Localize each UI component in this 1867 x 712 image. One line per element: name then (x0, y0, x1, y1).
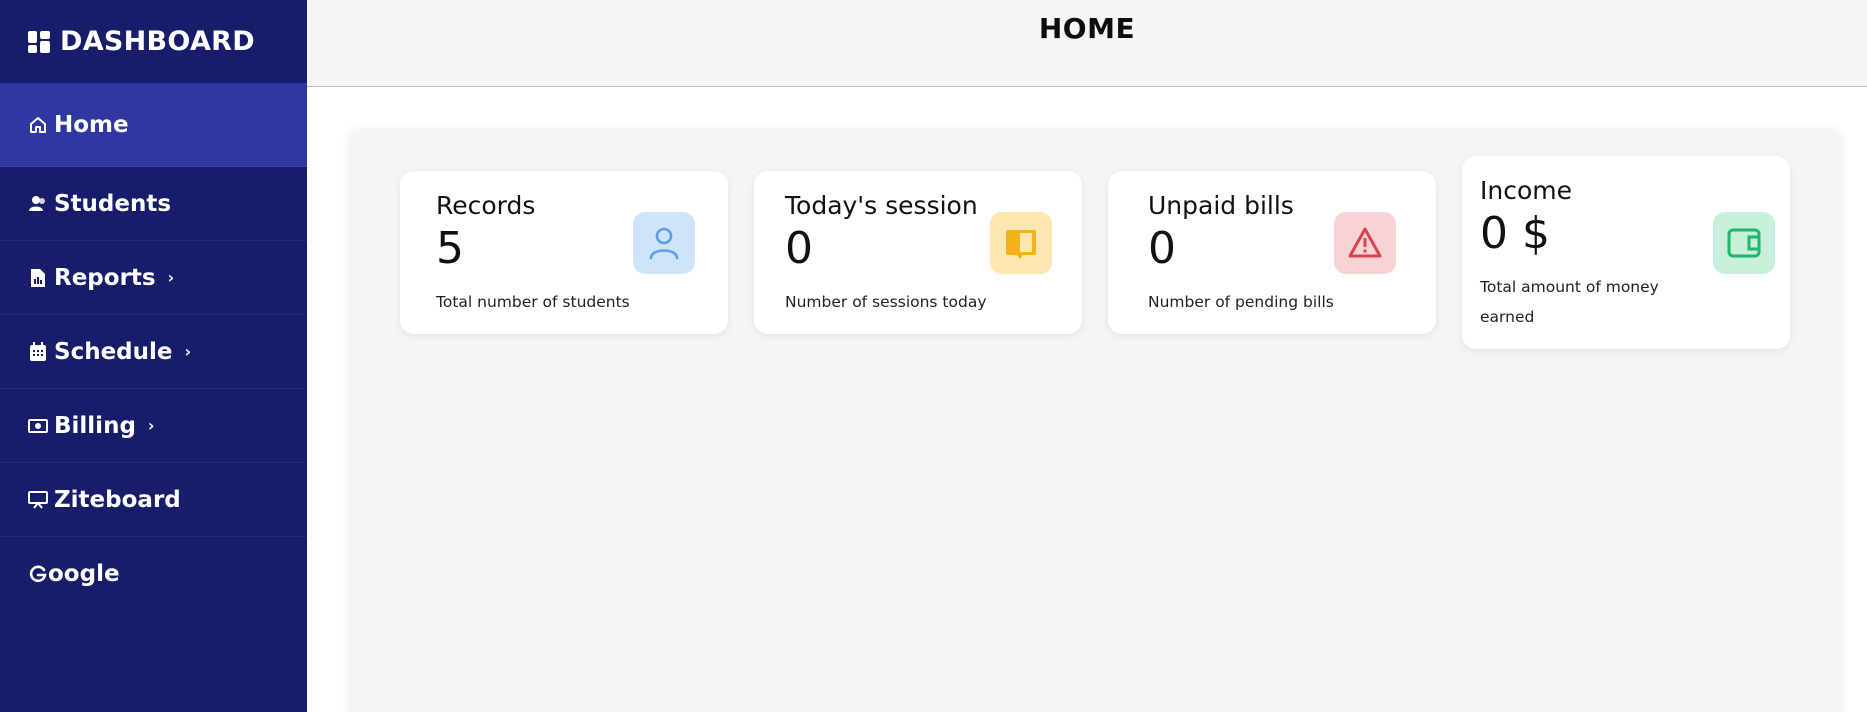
records-card[interactable]: Records 5 Total number of students (400, 171, 728, 334)
sidebar-item-label: Home (54, 111, 129, 138)
sidebar-item-billing[interactable]: Billing › (0, 389, 307, 463)
book-icon (1006, 230, 1036, 259)
dashboard-grid-icon (28, 30, 50, 53)
sidebar-item-schedule[interactable]: Schedule › (0, 315, 307, 389)
sidebar-item-label: Schedule (54, 338, 173, 365)
users-icon (28, 194, 48, 214)
card-title: Income (1480, 176, 1572, 205)
card-title: Unpaid bills (1148, 191, 1294, 220)
sidebar-item-label: oogle (48, 561, 120, 587)
sidebar-item-google[interactable]: oogle (0, 537, 307, 611)
brand-title: DASHBOARD (60, 26, 255, 57)
sidebar-item-label: Billing (54, 412, 136, 439)
card-value: 5 (436, 223, 464, 274)
sidebar-item-students[interactable]: Students (0, 167, 307, 241)
chevron-right-icon: › (147, 416, 155, 435)
sidebar-item-label: Students (54, 190, 172, 217)
user-icon (649, 227, 679, 260)
card-value: 0 (1148, 223, 1176, 274)
income-card[interactable]: Income 0 $ Total amount of money earned (1462, 156, 1790, 349)
calendar-icon (28, 341, 48, 362)
brand[interactable]: DASHBOARD (0, 0, 307, 83)
card-description: Total number of students (436, 293, 630, 311)
sidebar-item-label: Reports (54, 264, 156, 291)
sidebar-item-home[interactable]: Home (0, 83, 307, 167)
sidebar-item-ziteboard[interactable]: Ziteboard (0, 463, 307, 537)
card-icon-badge (1713, 212, 1775, 274)
sidebar-item-label: Ziteboard (54, 486, 181, 513)
warning-icon (1348, 227, 1382, 258)
sidebar: DASHBOARD Home Students Reports › Schedu… (0, 0, 307, 712)
unpaid-bills-card[interactable]: Unpaid bills 0 Number of pending bills (1108, 171, 1436, 334)
money-bill-icon (28, 416, 48, 436)
card-value: 0 $ (1480, 208, 1550, 259)
card-value: 0 (785, 223, 813, 274)
card-description: Number of sessions today (785, 293, 987, 311)
chevron-right-icon: › (184, 342, 192, 361)
sidebar-item-reports[interactable]: Reports › (0, 241, 307, 315)
chevron-right-icon: › (167, 268, 175, 287)
report-file-icon (28, 268, 48, 288)
home-icon (28, 115, 48, 135)
card-icon-badge (1334, 212, 1396, 274)
google-g-icon (28, 564, 48, 584)
card-title: Today's session (785, 191, 978, 220)
dashboard-panel: Records 5 Total number of students Today… (349, 130, 1841, 712)
wallet-icon (1727, 228, 1761, 258)
card-icon-badge (633, 212, 695, 274)
todays-session-card[interactable]: Today's session 0 Number of sessions tod… (754, 171, 1082, 334)
card-title: Records (436, 191, 536, 220)
page-title: HOME (1038, 12, 1136, 45)
card-description: Number of pending bills (1148, 293, 1334, 311)
card-icon-badge (990, 212, 1052, 274)
whiteboard-icon (28, 490, 48, 510)
top-bar: HOME (307, 0, 1867, 87)
card-description: Total amount of money earned (1480, 278, 1659, 326)
